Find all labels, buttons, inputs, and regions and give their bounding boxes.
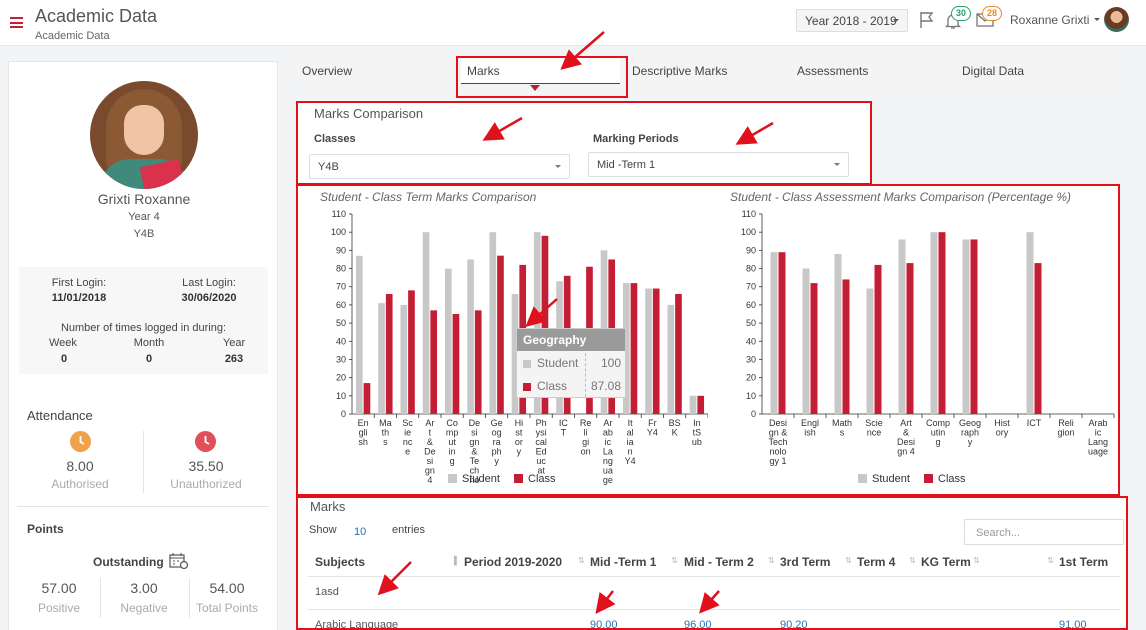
annotation-arrow (595, 590, 616, 614)
annotation-arrow (699, 590, 720, 614)
annotation-arrow (377, 561, 412, 596)
annotation-arrows (377, 31, 774, 614)
annotation-arrow (560, 31, 605, 70)
annotation-arrow (482, 116, 523, 141)
annotation-arrow (735, 121, 774, 145)
annotation-arrow (525, 298, 558, 327)
